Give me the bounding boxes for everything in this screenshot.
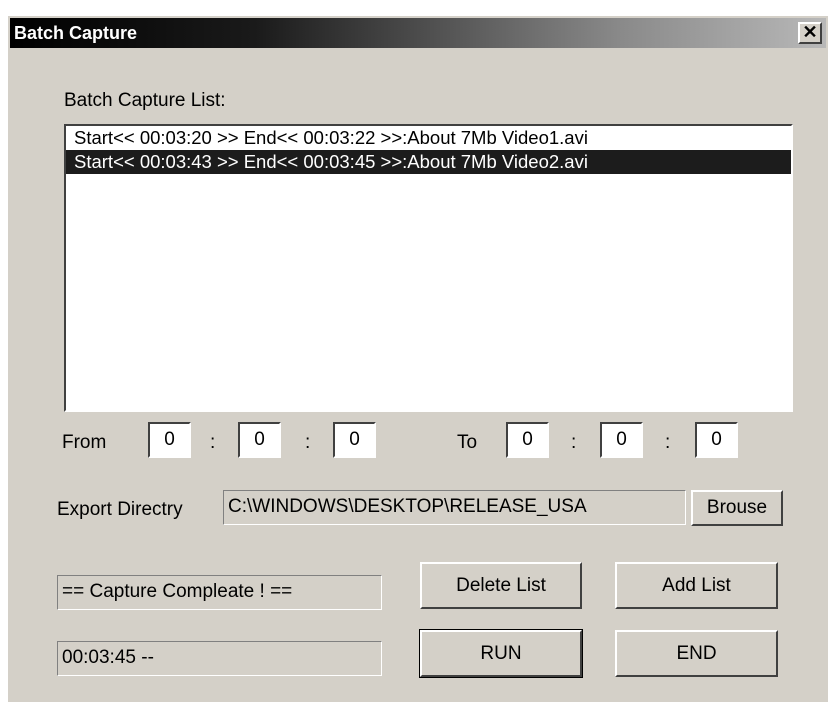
from-seconds-field[interactable]: 0 [333,422,376,458]
end-button[interactable]: END [615,630,778,677]
browse-button[interactable]: Brouse [691,490,783,526]
to-hours-field[interactable]: 0 [506,422,549,458]
from-separator-1: : [210,432,216,453]
export-directory-label: Export Directry [57,499,183,520]
capture-status-text: == Capture Compleate ! == [57,575,382,610]
batch-capture-listbox[interactable]: Start<< 00:03:20 >> End<< 00:03:22 >>:Ab… [64,124,793,412]
list-item[interactable]: Start<< 00:03:20 >> End<< 00:03:22 >>:Ab… [66,126,791,150]
from-hours-field[interactable]: 0 [148,422,191,458]
to-separator-1: : [571,432,577,453]
close-button[interactable]: ✕ [798,22,822,44]
close-icon: ✕ [802,22,818,42]
run-button[interactable]: RUN [419,629,583,678]
batch-capture-list-label: Batch Capture List: [64,90,226,111]
list-item-selected[interactable]: Start<< 00:03:43 >> End<< 00:03:45 >>:Ab… [66,150,791,174]
to-label: To [457,432,478,453]
batch-capture-dialog: Batch Capture ✕ Batch Capture List: Star… [6,14,828,702]
add-list-button[interactable]: Add List [615,562,778,609]
current-time-display: 00:03:45 -- [57,641,382,676]
export-directory-path: C:\WINDOWS\DESKTOP\RELEASE_USA [223,490,686,525]
to-separator-2: : [665,432,671,453]
from-minutes-field[interactable]: 0 [238,422,281,458]
title-bar[interactable]: Batch Capture ✕ [10,18,826,48]
delete-list-button[interactable]: Delete List [420,562,582,609]
to-minutes-field[interactable]: 0 [600,422,643,458]
to-seconds-field[interactable]: 0 [695,422,738,458]
window-title: Batch Capture [14,23,138,43]
from-separator-2: : [305,432,311,453]
from-label: From [62,432,107,453]
